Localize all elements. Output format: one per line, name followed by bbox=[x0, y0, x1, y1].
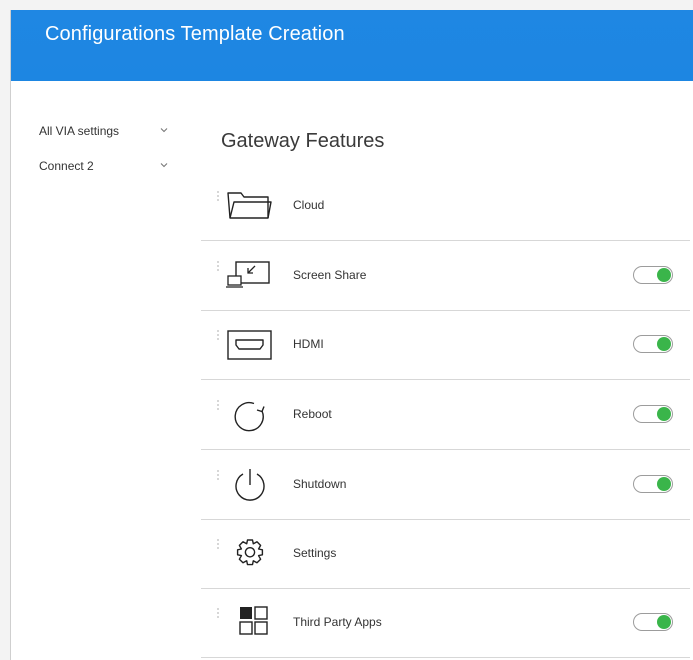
drag-handle-icon[interactable] bbox=[216, 260, 220, 272]
screen-share-toggle[interactable] bbox=[633, 266, 673, 284]
feature-label: Reboot bbox=[293, 407, 332, 421]
drag-handle-icon[interactable] bbox=[216, 190, 220, 202]
screen-share-icon bbox=[226, 261, 270, 288]
feature-label: Shutdown bbox=[293, 477, 347, 491]
page-title: Configurations Template Creation bbox=[45, 23, 345, 45]
sidebar-item-label: Connect 2 bbox=[39, 159, 94, 173]
chevron-down-icon bbox=[160, 128, 168, 133]
drag-handle-icon[interactable] bbox=[216, 399, 220, 411]
section-title: Gateway Features bbox=[221, 130, 385, 152]
shutdown-toggle[interactable] bbox=[633, 475, 673, 493]
toggle-knob bbox=[657, 407, 671, 421]
third-party-apps-toggle[interactable] bbox=[633, 613, 673, 631]
chevron-down-icon bbox=[160, 163, 168, 168]
sidebar-item-all-via-settings[interactable]: All VIA settings bbox=[39, 122, 169, 142]
toggle-knob bbox=[657, 477, 671, 491]
feature-row-cloud: Cloud bbox=[201, 171, 690, 241]
drag-handle-icon[interactable] bbox=[216, 469, 220, 481]
feature-label: Screen Share bbox=[293, 268, 367, 282]
drag-handle-icon[interactable] bbox=[216, 329, 220, 341]
power-icon bbox=[235, 469, 265, 501]
reboot-toggle[interactable] bbox=[633, 405, 673, 423]
gear-icon bbox=[236, 539, 264, 566]
hdmi-toggle[interactable] bbox=[633, 335, 673, 353]
sidebar: All VIA settings Connect 2 bbox=[11, 81, 196, 660]
drag-handle-icon[interactable] bbox=[216, 607, 220, 619]
toggle-knob bbox=[657, 337, 671, 351]
feature-label: HDMI bbox=[293, 337, 324, 351]
sidebar-item-connect-2[interactable]: Connect 2 bbox=[39, 157, 169, 177]
feature-row-third-party-apps: Third Party Apps bbox=[201, 588, 690, 658]
feature-label: Third Party Apps bbox=[293, 615, 382, 629]
toggle-knob bbox=[657, 268, 671, 282]
drag-handle-icon[interactable] bbox=[216, 538, 220, 550]
feature-row-reboot: Reboot bbox=[201, 380, 690, 450]
folder-icon bbox=[227, 192, 272, 219]
toggle-knob bbox=[657, 615, 671, 629]
hdmi-icon bbox=[227, 330, 272, 360]
sidebar-item-label: All VIA settings bbox=[39, 124, 120, 138]
feature-row-settings: Settings bbox=[201, 519, 690, 589]
main-panel: Gateway Features Cloud Screen Share HDMI… bbox=[201, 81, 693, 660]
apps-grid-icon bbox=[239, 606, 268, 635]
header-bar: Configurations Template Creation bbox=[11, 10, 693, 81]
feature-label: Cloud bbox=[293, 198, 325, 212]
app-window: Configurations Template Creation All VIA… bbox=[10, 10, 693, 660]
feature-row-screen-share: Screen Share bbox=[201, 241, 690, 311]
feature-row-shutdown: Shutdown bbox=[201, 450, 690, 520]
feature-label: Settings bbox=[293, 546, 337, 560]
reboot-icon bbox=[234, 402, 265, 432]
feature-row-hdmi: HDMI bbox=[201, 310, 690, 380]
